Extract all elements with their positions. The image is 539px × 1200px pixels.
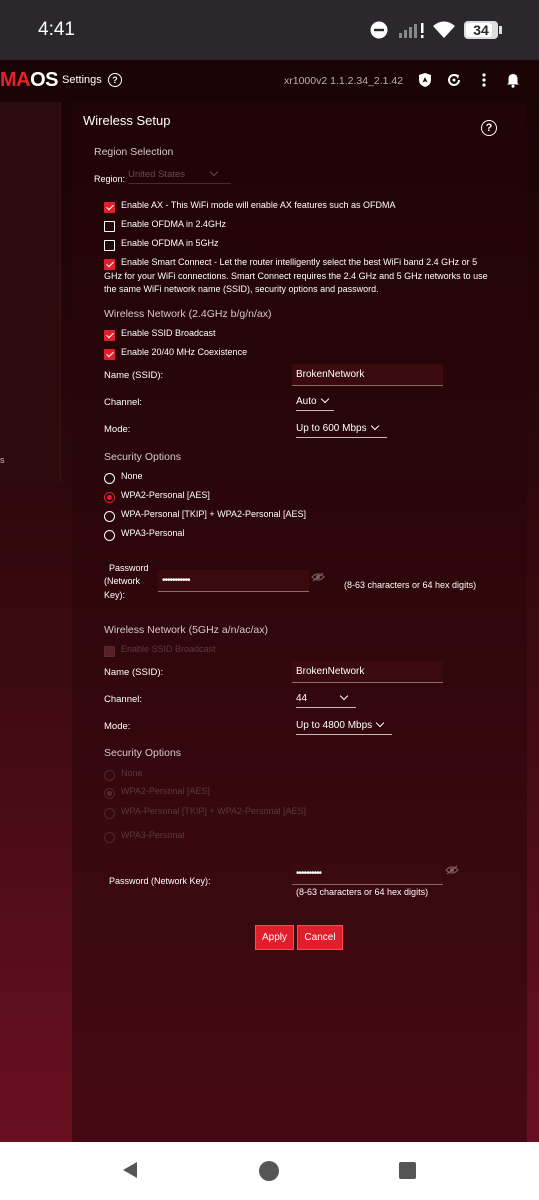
band5-mode-label: Mode:: [104, 721, 131, 732]
band24-password-label: Key):: [104, 590, 126, 600]
band24-mode-label: Mode:: [104, 424, 131, 435]
band24-coexistence-label: Enable 20/40 MHz Coexistence: [121, 347, 248, 357]
band5-channel-select[interactable]: 44: [296, 689, 356, 708]
band5-channel-label: Channel:: [104, 694, 143, 705]
battery-level: 34: [473, 22, 489, 38]
region-section-title: Region Selection: [94, 146, 174, 158]
band24-password-hint: (8-63 characters or 64 hex digits): [344, 580, 477, 590]
sidebar[interactable]: [0, 102, 61, 482]
battery-tip: [499, 26, 502, 34]
band24-security-radio-none[interactable]: [104, 473, 115, 484]
band24-security-label: None: [121, 471, 143, 481]
band5-security-radio-wpa3: [104, 832, 115, 843]
band5-security-label: WPA3-Personal: [121, 830, 185, 840]
band5-channel-value: 44: [296, 693, 308, 704]
band24-mode-select[interactable]: Up to 600 Mbps: [296, 419, 387, 438]
logo: MAOS: [0, 69, 59, 92]
chevron-down-icon: [339, 691, 349, 701]
band24-security-radio-wpa3[interactable]: [104, 530, 115, 541]
band5-security-label: WPA2-Personal [AES]: [121, 786, 210, 796]
band24-security-radio-wpa2[interactable]: [104, 492, 115, 503]
more-vert-icon[interactable]: [476, 72, 492, 88]
chevron-down-icon: [320, 394, 329, 404]
band24-security-radio-wpa-mixed[interactable]: [104, 511, 115, 522]
band24-name-label: Name (SSID):: [104, 370, 164, 381]
band5-password-input[interactable]: ••••••••••: [292, 863, 443, 885]
band5-ssid-broadcast-checkbox: [104, 646, 115, 657]
band5-security-label: None: [121, 768, 143, 778]
ofdma-24-label: Enable OFDMA in 2.4GHz: [121, 219, 227, 229]
band5-ssid-broadcast-label: Enable SSID Broadcast: [121, 644, 216, 654]
band24-security-label: WPA-Personal [TKIP] + WPA2-Personal [AES…: [121, 509, 306, 519]
band24-ssid-broadcast-checkbox[interactable]: [104, 330, 115, 341]
band5-mode-value: Up to 4800 Mbps: [296, 720, 373, 731]
band24-channel-select[interactable]: Auto: [296, 392, 334, 411]
logo-right: OS: [30, 69, 59, 91]
eye-slash-icon[interactable]: [311, 572, 325, 582]
band24-ssid-broadcast-label: Enable SSID Broadcast: [121, 328, 216, 338]
band5-security-radio-wpa-mixed: [104, 808, 115, 819]
cancel-button[interactable]: Cancel: [297, 925, 343, 950]
band24-security-label: WPA3-Personal: [121, 528, 185, 538]
logo-left: MA: [0, 69, 31, 91]
band5-mode-select[interactable]: Up to 4800 Mbps: [296, 716, 392, 735]
band5-security-radio-none: [104, 770, 115, 781]
back-icon[interactable]: [120, 1160, 140, 1180]
band24-security-title: Security Options: [104, 451, 182, 463]
ofdma-24-checkbox[interactable]: [104, 221, 115, 232]
do-not-disturb-icon: [370, 21, 388, 39]
ofdma-5-label: Enable OFDMA in 5GHz: [121, 238, 219, 248]
region-label: Region:: [94, 174, 126, 184]
ofdma-5-checkbox[interactable]: [104, 240, 115, 251]
region-value: United States: [128, 169, 186, 180]
band5-ssid-input[interactable]: BrokenNetwork: [292, 661, 443, 683]
band24-password-input[interactable]: •••••••••••: [158, 570, 309, 592]
region-select: United States: [128, 165, 231, 184]
shield-icon[interactable]: [417, 72, 433, 88]
refresh-icon[interactable]: [446, 72, 462, 88]
sidebar-item-label[interactable]: s: [0, 455, 5, 465]
status-time: 4:41: [38, 19, 75, 40]
smart-connect-label: Enable Smart Connect - Let the router in…: [104, 257, 488, 294]
recents-icon[interactable]: [398, 1161, 417, 1180]
band5-password-label: Password (Network Key):: [109, 876, 211, 886]
battery-icon: 34: [464, 21, 498, 39]
band5-security-radio-wpa2: [104, 788, 115, 799]
chevron-down-icon: [375, 718, 385, 728]
band24-security-label: WPA2-Personal [AES]: [121, 490, 210, 500]
bell-icon[interactable]: [505, 72, 521, 88]
band24-mode-value: Up to 600 Mbps: [296, 423, 367, 434]
signal-icon: [399, 23, 424, 38]
enable-ax-checkbox[interactable]: [104, 202, 115, 213]
band5-security-label: WPA-Personal [TKIP] + WPA2-Personal [AES…: [121, 806, 306, 816]
band5-section-title: Wireless Network (5GHz a/n/ac/ax): [104, 624, 268, 636]
band5-password-hint: (8-63 characters or 64 hex digits): [296, 887, 429, 897]
status-bar: [0, 0, 539, 60]
band24-channel-value: Auto: [296, 396, 317, 407]
band24-channel-label: Channel:: [104, 397, 143, 408]
band24-password-label: (Network: [104, 576, 141, 586]
eye-slash-icon[interactable]: [445, 865, 459, 875]
band24-section-title: Wireless Network (2.4GHz b/g/n/ax): [104, 308, 272, 320]
page-title: Wireless Setup: [83, 113, 171, 128]
home-icon[interactable]: [258, 1160, 280, 1182]
band24-password-label: Password: [109, 563, 149, 573]
band24-coexistence-checkbox[interactable]: [104, 349, 115, 360]
band5-name-label: Name (SSID):: [104, 667, 164, 678]
wifi-icon: [433, 21, 455, 38]
apply-button[interactable]: Apply: [255, 925, 294, 950]
band24-ssid-input[interactable]: BrokenNetwork: [292, 364, 443, 386]
help-icon[interactable]: ?: [108, 73, 122, 87]
firmware-version: xr1000v2 1.1.2.34_2.1.42: [284, 75, 404, 87]
enable-ax-label: Enable AX - This WiFi mode will enable A…: [121, 200, 396, 210]
band5-security-title: Security Options: [104, 747, 182, 759]
settings-label[interactable]: Settings: [62, 74, 102, 86]
help-icon[interactable]: ?: [481, 120, 497, 136]
chevron-down-icon: [209, 167, 219, 177]
chevron-down-icon: [370, 421, 379, 431]
